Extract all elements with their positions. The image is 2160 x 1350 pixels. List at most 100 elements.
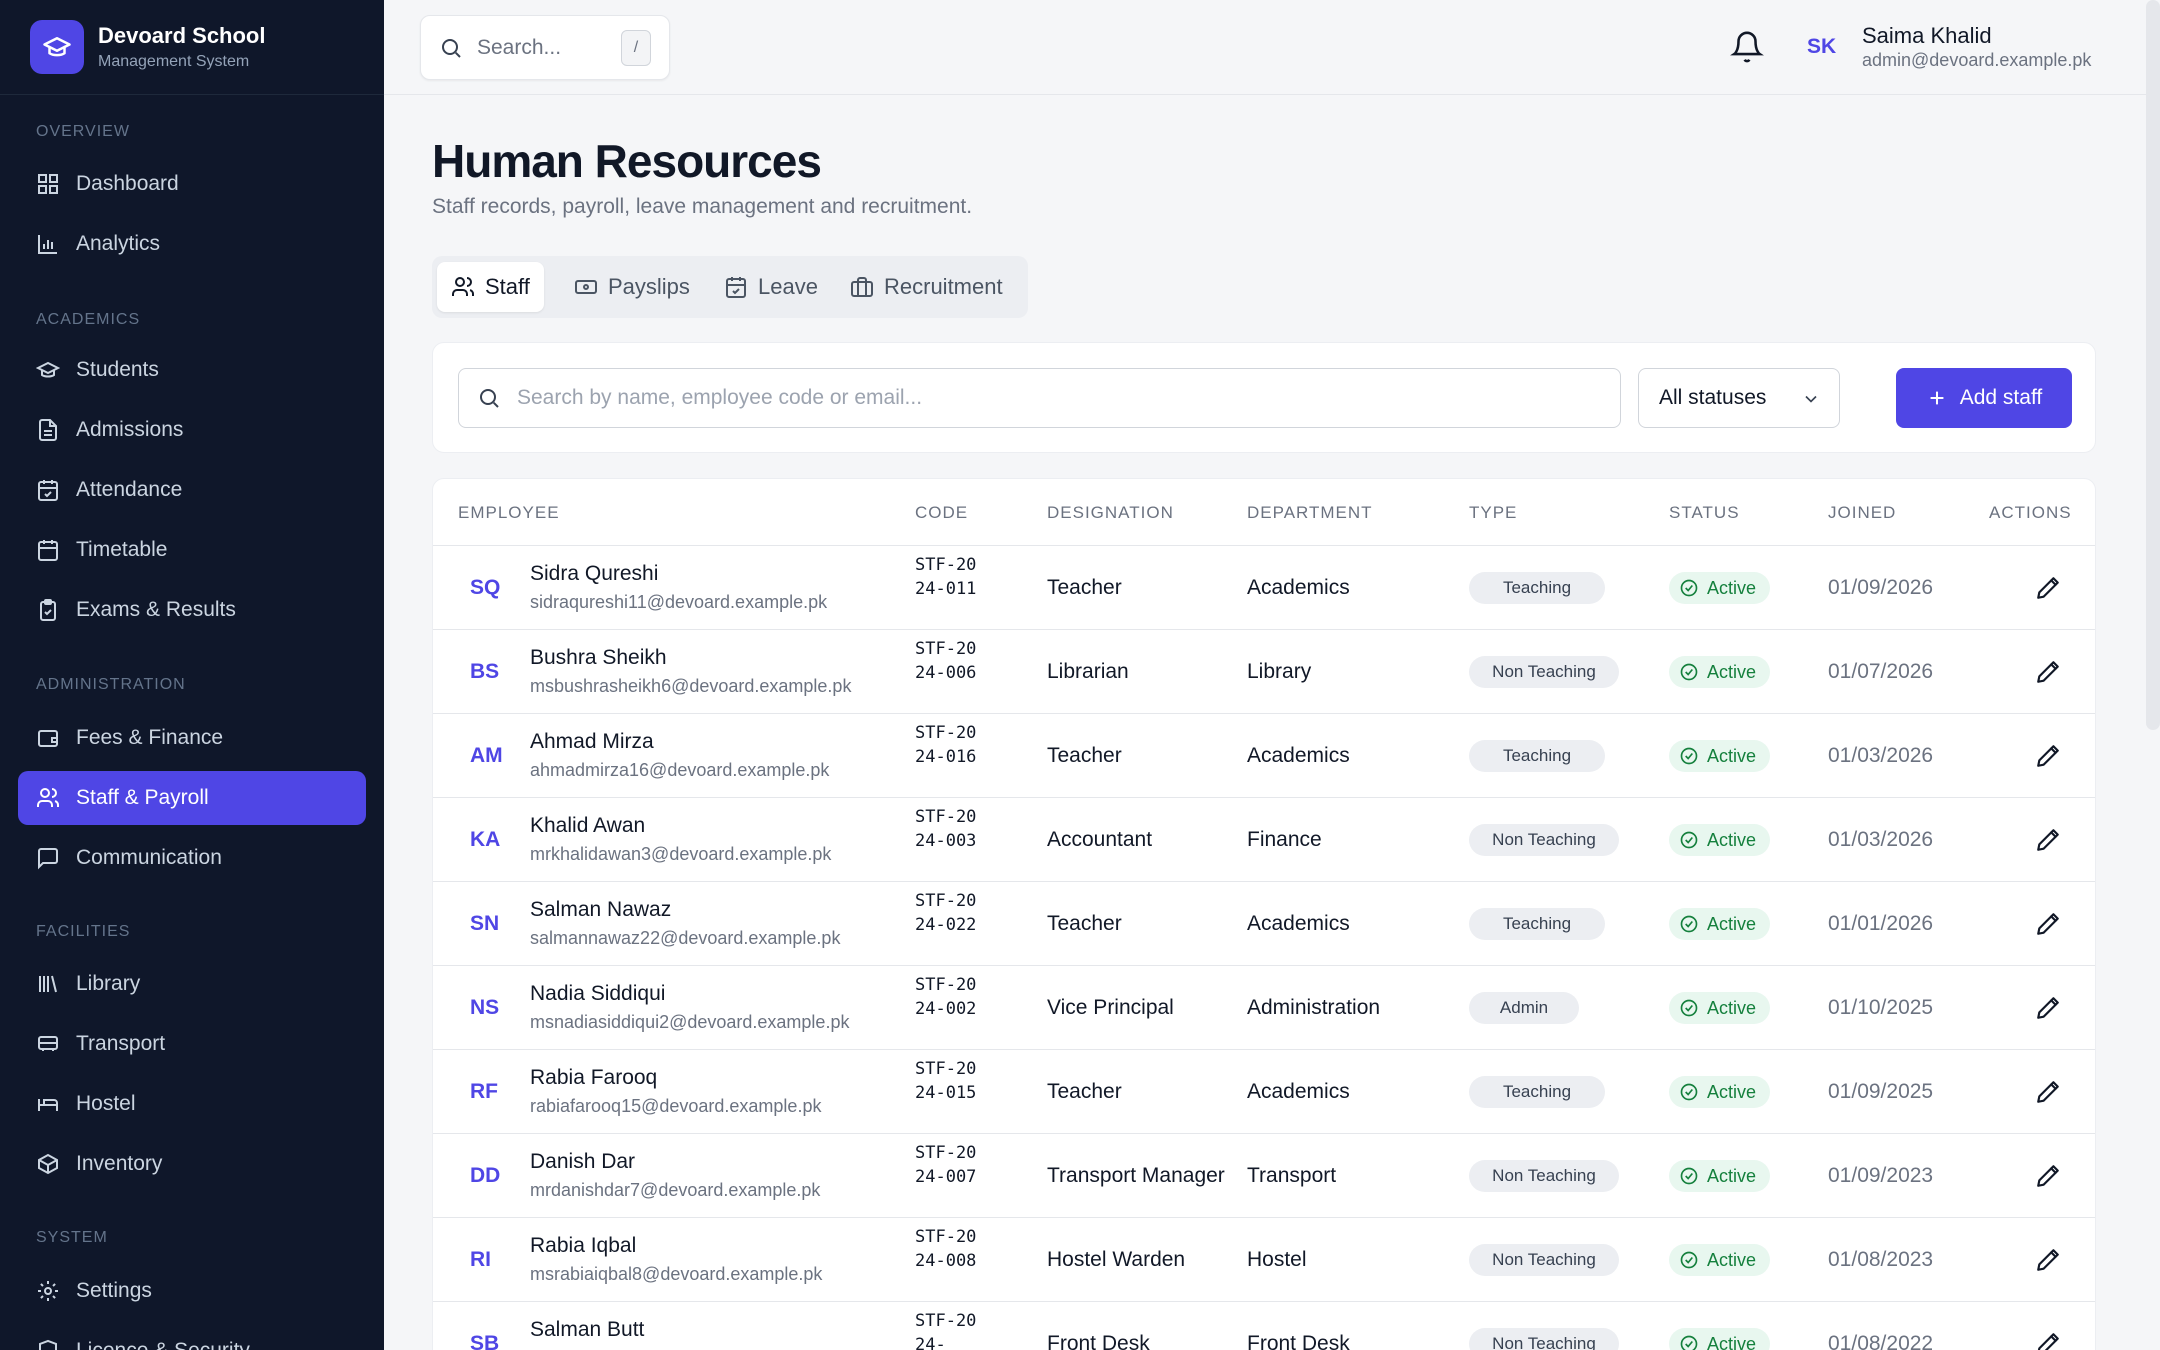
tab-recruitment[interactable]: Recruitment [836, 262, 1017, 312]
add-staff-button[interactable]: Add staff [1896, 368, 2072, 428]
plus-icon [1930, 391, 1944, 405]
sidebar-item-label: Fees & Finance [76, 726, 224, 749]
edit-icon[interactable] [2035, 827, 2061, 853]
employee-name[interactable]: Sidra Qureshi [530, 562, 658, 586]
edit-icon[interactable] [2035, 1079, 2061, 1105]
table-row[interactable]: SN Salman Nawaz salmannawaz22@devoard.exam… [433, 881, 2095, 965]
sidebar-item-communication[interactable]: Communication [18, 831, 366, 885]
sidebar-item-staff[interactable]: Staff & Payroll [18, 771, 366, 825]
avatar: KA [470, 828, 501, 851]
column-header-designation[interactable]: DESIGNATION [1047, 503, 1174, 523]
column-header-employee[interactable]: EMPLOYEE [458, 503, 560, 523]
employee-code: STF-2024-003 [915, 807, 977, 851]
edit-icon[interactable] [2035, 1163, 2061, 1189]
designation: Teacher [1047, 576, 1122, 599]
sidebar-item-analytics[interactable]: Analytics [18, 217, 366, 271]
table-row[interactable]: RI Rabia Iqbal msrabiaiqbal8@devoard.examp… [433, 1217, 2095, 1301]
employee-name[interactable]: Khalid Awan [530, 814, 645, 838]
status-badge: Active [1669, 1160, 1771, 1192]
sidebar-item-label: Attendance [76, 478, 183, 501]
sidebar-item-label: Settings [76, 1279, 152, 1302]
department: Academics [1247, 576, 1350, 599]
employee-name[interactable]: Nadia Siddiqui [530, 982, 665, 1006]
table-row[interactable]: AM Ahmad Mirza ahmadmirza16@devoard.exampl… [433, 713, 2095, 797]
scrollbar[interactable] [2146, 0, 2160, 730]
sidebar-item-licence[interactable]: Licence & Security [18, 1324, 366, 1350]
avatar[interactable]: SK [1807, 35, 1836, 59]
user-name[interactable]: Saima Khalid [1862, 23, 1992, 49]
edit-icon[interactable] [2035, 995, 2061, 1021]
type-badge: Non Teaching [1469, 1244, 1619, 1276]
table-row[interactable]: KA Khalid Awan mrkhalidawan3@devoard.examp… [433, 797, 2095, 881]
global-search[interactable]: Search... / [420, 15, 670, 80]
table-row[interactable]: BS Bushra Sheikh msbushrasheikh6@devoard.e… [433, 629, 2095, 713]
status-label: Active [1707, 829, 1757, 850]
tab-label: Payslips [608, 274, 690, 299]
edit-icon[interactable] [2035, 575, 2061, 601]
status-filter-select[interactable]: All statuses [1638, 368, 1840, 428]
sidebar-item-attendance[interactable]: Attendance [18, 463, 366, 517]
employee-email: ahmadmirza16@devoard.example.pk [530, 760, 830, 780]
sidebar-item-settings[interactable]: Settings [18, 1264, 366, 1318]
column-header-status[interactable]: STATUS [1669, 503, 1740, 523]
table-row[interactable]: DD Danish Dar mrdanishdar7@devoard.example… [433, 1133, 2095, 1217]
table-row[interactable]: SQ Sidra Qureshi sidraqureshi11@devoard.ex… [433, 545, 2095, 629]
employee-name[interactable]: Danish Dar [530, 1150, 635, 1174]
table-row[interactable]: RF Rabia Farooq rabiafarooq15@devoard.exam… [433, 1049, 2095, 1133]
edit-icon[interactable] [2035, 911, 2061, 937]
status-badge: Active [1669, 992, 1771, 1024]
status-badge: Active [1669, 740, 1771, 772]
edit-icon[interactable] [2035, 743, 2061, 769]
status-badge: Active [1669, 824, 1771, 856]
joined-date: 01/10/2025 [1828, 996, 1934, 1019]
status-badge: Active [1669, 908, 1771, 940]
edit-icon[interactable] [2035, 1331, 2061, 1350]
sidebar-item-admissions[interactable]: Admissions [18, 403, 366, 457]
column-header-department[interactable]: DEPARTMENT [1247, 503, 1373, 523]
table-row[interactable]: SB Salman Butt STF-2024- Front Desk Front De… [433, 1301, 2095, 1350]
topbar: Search... / SK Saima Khalid admin@devoar… [384, 0, 2160, 95]
joined-date: 01/09/2026 [1828, 576, 1934, 599]
employee-name[interactable]: Salman Nawaz [530, 898, 671, 922]
sidebar-item-dashboard[interactable]: Dashboard [18, 157, 366, 211]
check-circle-icon [1680, 999, 1698, 1017]
department: Academics [1247, 912, 1350, 935]
sidebar-item-transport[interactable]: Transport [18, 1017, 366, 1071]
edit-icon[interactable] [2035, 659, 2061, 685]
sidebar-item-hostel[interactable]: Hostel [18, 1077, 366, 1131]
sidebar-item-inventory[interactable]: Inventory [18, 1137, 366, 1191]
status-label: Active [1707, 1081, 1757, 1102]
table-row[interactable]: NS Nadia Siddiqui msnadiasiddiqui2@devoard… [433, 965, 2095, 1049]
dashboard-icon [38, 174, 58, 194]
employee-name[interactable]: Bushra Sheikh [530, 646, 667, 670]
employee-name[interactable]: Salman Butt [530, 1318, 644, 1342]
sidebar-item-timetable[interactable]: Timetable [18, 523, 366, 577]
sidebar-item-fees[interactable]: Fees & Finance [18, 711, 366, 765]
sidebar-item-library[interactable]: Library [18, 957, 366, 1011]
employee-name[interactable]: Rabia Iqbal [530, 1234, 636, 1258]
column-header-type[interactable]: TYPE [1469, 503, 1517, 523]
tab-label: Staff [485, 274, 530, 299]
department: Finance [1247, 828, 1322, 851]
employee-name[interactable]: Rabia Farooq [530, 1066, 657, 1090]
status-filter-value: All statuses [1659, 386, 1767, 409]
employee-email: mrkhalidawan3@devoard.example.pk [530, 844, 832, 864]
employee-name[interactable]: Ahmad Mirza [530, 730, 654, 754]
avatar: BS [470, 660, 500, 683]
status-badge: Active [1669, 1076, 1771, 1108]
edit-icon[interactable] [2035, 1247, 2061, 1273]
designation: Front Desk [1047, 1332, 1150, 1350]
column-header-joined[interactable]: JOINED [1828, 503, 1896, 523]
department: Hostel [1247, 1248, 1307, 1271]
bell-icon[interactable] [1730, 30, 1764, 64]
joined-date: 01/08/2022 [1828, 1332, 1934, 1350]
designation: Hostel Warden [1047, 1248, 1186, 1271]
column-header-code[interactable]: CODE [915, 503, 968, 523]
tab-payslips[interactable]: Payslips [560, 262, 704, 312]
sidebar-item-students[interactable]: Students [18, 343, 366, 397]
tab-staff[interactable]: Staff [437, 262, 544, 312]
avatar: NS [470, 996, 500, 1019]
sidebar-item-exams[interactable]: Exams & Results [18, 583, 366, 637]
tab-leave[interactable]: Leave [710, 262, 832, 312]
staff-search-input[interactable]: Search by name, employee code or email..… [458, 368, 1621, 428]
